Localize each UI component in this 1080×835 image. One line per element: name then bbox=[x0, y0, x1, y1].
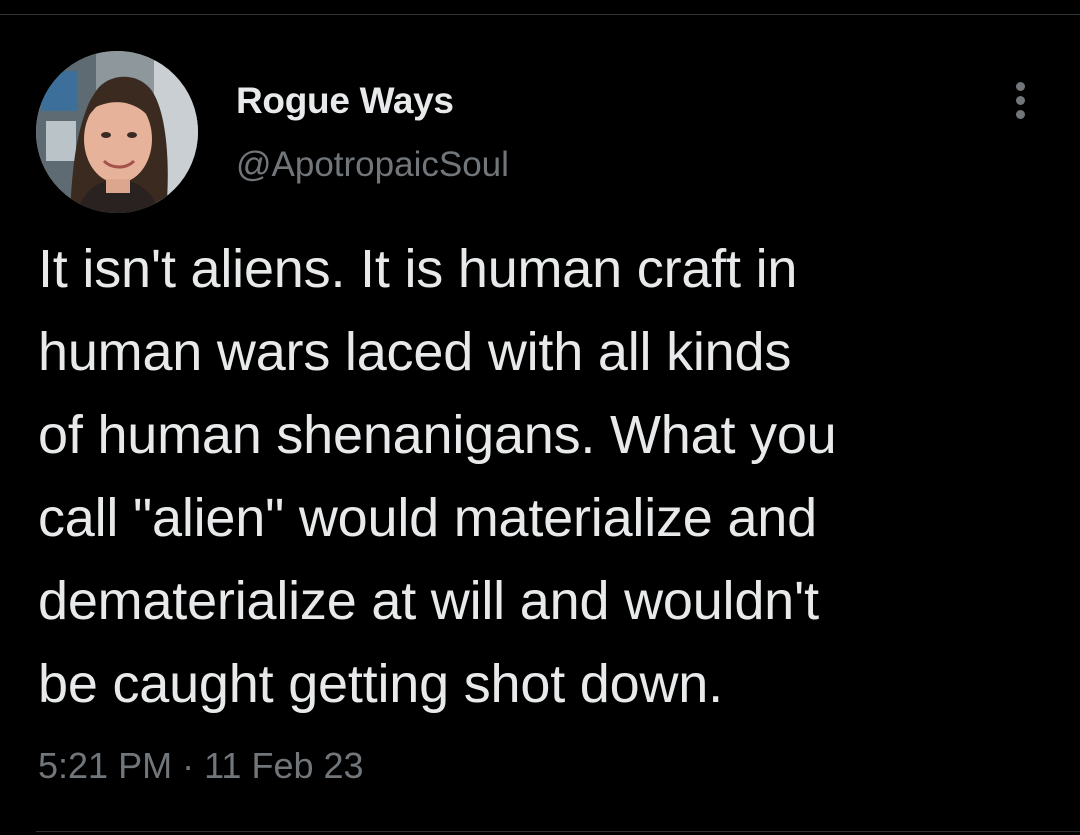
meta-separator: · bbox=[182, 745, 195, 786]
tweet-timestamp[interactable]: 5:21 PM · 11 Feb 23 bbox=[38, 745, 364, 787]
tweet-text-line: human wars laced with all kinds bbox=[38, 322, 792, 382]
tweet-text-line: call "alien" would materialize and bbox=[38, 488, 817, 548]
tweet-text-line: dematerialize at will and wouldn't bbox=[38, 571, 819, 631]
avatar[interactable] bbox=[36, 51, 198, 213]
tweet-text-line: be caught getting shot down. bbox=[38, 654, 723, 714]
tweet-text-line: It isn't aliens. It is human craft in bbox=[38, 239, 798, 299]
tweet-text-line: of human shenanigans. What you bbox=[38, 405, 837, 465]
avatar-photo bbox=[36, 51, 198, 213]
tweet-time: 5:21 PM bbox=[38, 745, 173, 786]
more-options-button[interactable] bbox=[1004, 78, 1038, 122]
author-display-name[interactable]: Rogue Ways bbox=[236, 80, 454, 122]
author-handle[interactable]: @ApotropaicSoul bbox=[236, 145, 509, 185]
top-divider bbox=[0, 14, 1080, 15]
tweet-date: 11 Feb 23 bbox=[204, 745, 364, 786]
tweet-text: It isn't aliens. It is human craft in hu… bbox=[38, 228, 1048, 726]
bottom-divider bbox=[36, 831, 1080, 832]
